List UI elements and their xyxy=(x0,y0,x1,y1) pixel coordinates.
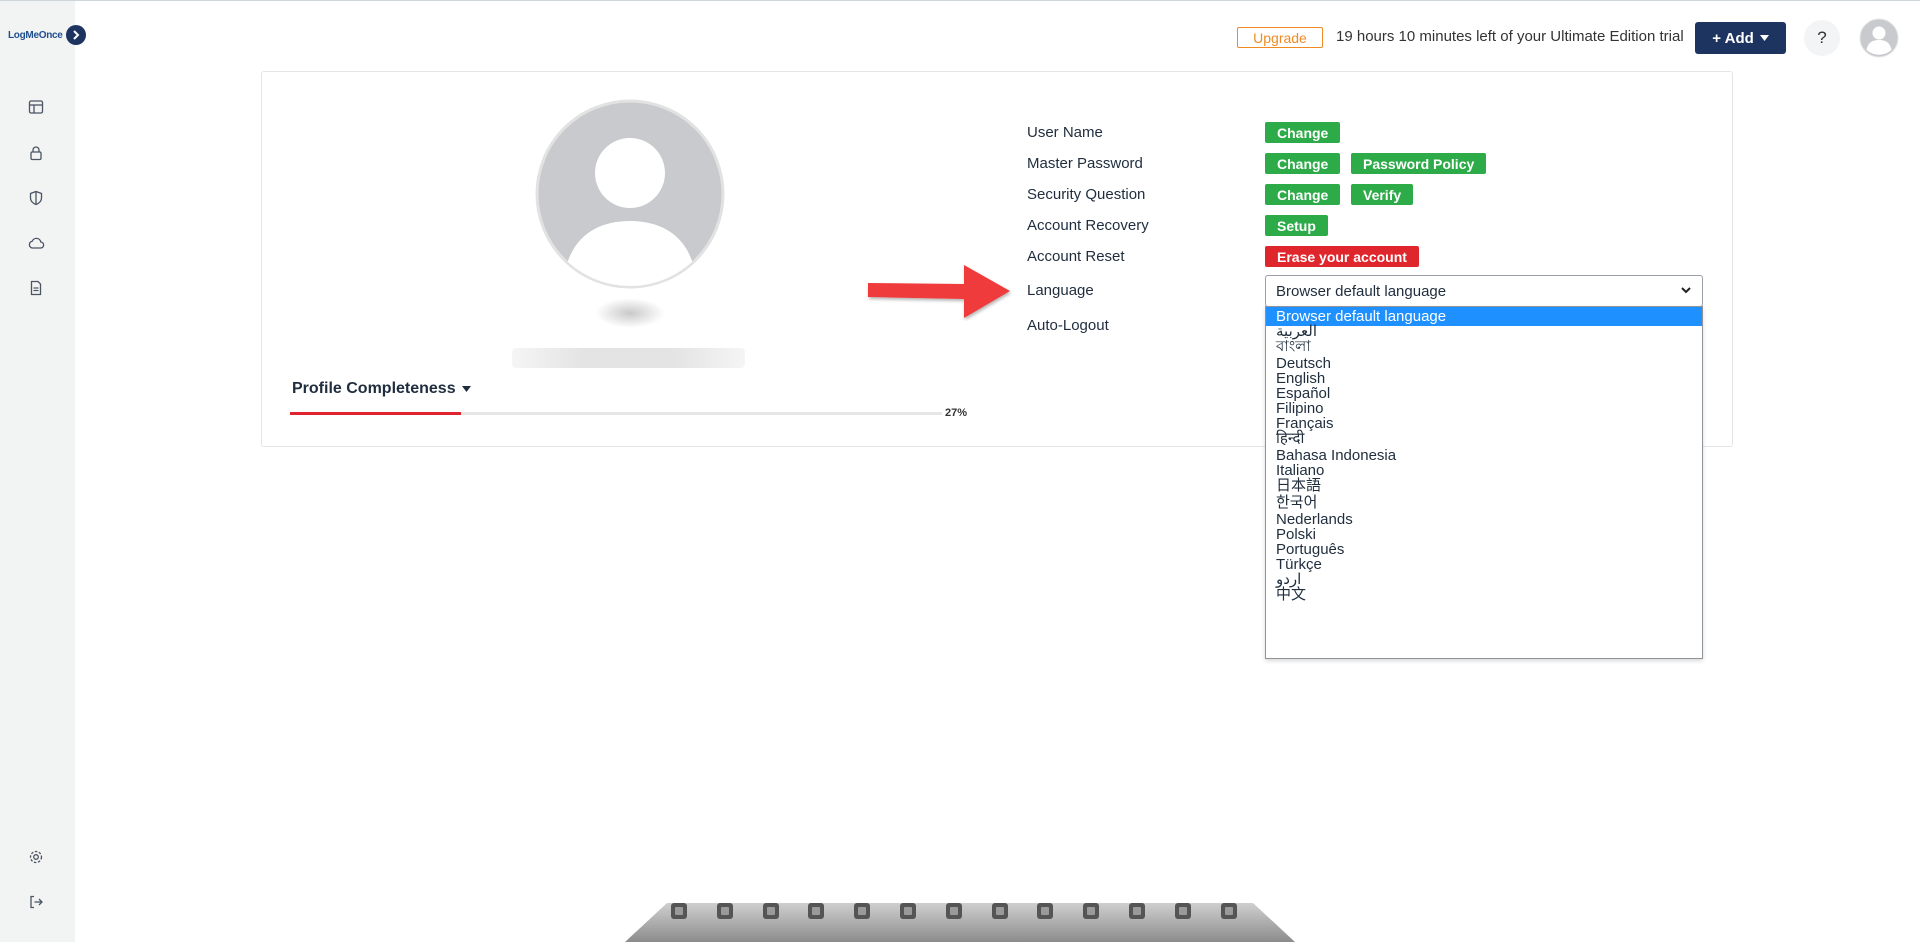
family-icon[interactable] xyxy=(849,898,875,924)
user-name-label: User Name xyxy=(1027,124,1103,141)
language-dropdown-list: Browser default language العربية বাংলা Deut… xyxy=(1265,306,1703,659)
add-button[interactable]: + Add xyxy=(1695,22,1786,54)
notes-icon[interactable] xyxy=(941,898,967,924)
password-policy-button[interactable]: Password Policy xyxy=(1351,153,1487,174)
add-button-label: + Add xyxy=(1712,29,1754,47)
language-option[interactable]: 中文 xyxy=(1266,585,1702,604)
caret-down-icon xyxy=(1759,35,1769,41)
master-password-label: Master Password xyxy=(1027,155,1143,172)
profile-progress-fill xyxy=(290,412,461,415)
wallet-icon[interactable] xyxy=(758,898,784,924)
red-arrow-icon xyxy=(864,261,1014,321)
profile-completeness-label: Profile Completeness xyxy=(292,380,456,397)
training-icon[interactable] xyxy=(1216,898,1242,924)
profile-avatar[interactable] xyxy=(535,99,725,289)
identity-icon[interactable] xyxy=(803,898,829,924)
sidebar: LogMeOnce xyxy=(0,1,86,942)
security-question-label: Security Question xyxy=(1027,186,1146,203)
auto-logout-label: Auto-Logout xyxy=(1027,317,1109,334)
top-border-line xyxy=(0,0,1920,1)
change-user-name-button[interactable]: Change xyxy=(1265,122,1341,143)
download-icon[interactable] xyxy=(666,898,692,924)
trial-status-text: 19 hours 10 minutes left of your Ultimat… xyxy=(1336,28,1684,45)
photo-icon[interactable] xyxy=(987,898,1013,924)
blurred-email xyxy=(512,348,745,368)
settings-gear-icon[interactable] xyxy=(1170,898,1196,924)
cloud-storage-icon[interactable] xyxy=(1032,898,1058,924)
language-select-value: Browser default language xyxy=(1276,282,1447,300)
erase-account-button[interactable]: Erase your account xyxy=(1265,246,1419,267)
change-security-question-button[interactable]: Change xyxy=(1265,184,1341,205)
logo[interactable]: LogMeOnce xyxy=(8,23,86,47)
gear-icon[interactable] xyxy=(26,847,46,867)
logo-text: LogMeOnce xyxy=(8,29,63,41)
profile-progress-bar xyxy=(290,412,942,415)
dashboard-icon[interactable] xyxy=(26,97,46,117)
account-reset-label: Account Reset xyxy=(1027,248,1125,265)
upgrade-button[interactable]: Upgrade xyxy=(1237,27,1323,48)
shield-icon[interactable] xyxy=(26,188,46,208)
vault-icon[interactable] xyxy=(1078,898,1104,924)
account-recovery-label: Account Recovery xyxy=(1027,217,1149,234)
language-select[interactable]: Browser default language xyxy=(1265,275,1703,307)
devices-icon[interactable] xyxy=(1124,898,1150,924)
logout-icon[interactable] xyxy=(26,892,46,912)
document-icon[interactable] xyxy=(26,278,46,298)
profile-completeness-toggle[interactable]: Profile Completeness xyxy=(292,380,471,398)
profile-progress-percent: 27% xyxy=(945,407,968,419)
caret-down-icon xyxy=(461,386,471,392)
verify-security-question-button[interactable]: Verify xyxy=(1351,184,1414,205)
help-button[interactable]: ? xyxy=(1804,20,1840,56)
change-master-password-button[interactable]: Change xyxy=(1265,153,1341,174)
account-recovery-setup-button[interactable]: Setup xyxy=(1265,215,1328,236)
security-shield-icon[interactable] xyxy=(712,898,738,924)
report-chart-icon[interactable] xyxy=(895,898,921,924)
cloud-icon[interactable] xyxy=(26,233,46,253)
user-avatar-icon[interactable] xyxy=(1859,18,1899,58)
lock-icon[interactable] xyxy=(26,143,46,163)
chevron-down-icon xyxy=(1681,287,1691,294)
chevron-right-icon[interactable] xyxy=(65,25,86,45)
blurred-username xyxy=(595,298,665,328)
language-label: Language xyxy=(1027,282,1094,299)
